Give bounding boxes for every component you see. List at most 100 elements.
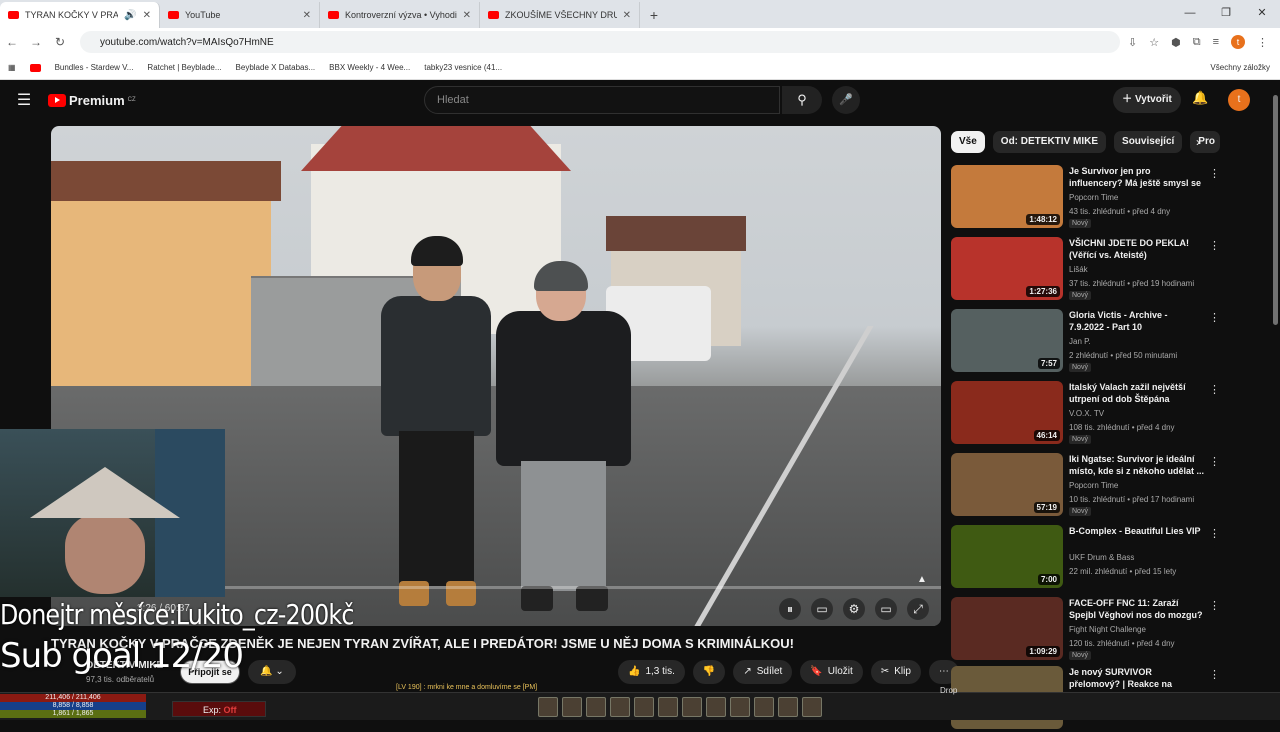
speaker-icon[interactable]: 🔊 bbox=[124, 10, 136, 21]
chip-for-you[interactable]: Pro bbox=[1190, 131, 1221, 153]
notifications-bell-icon[interactable]: 🔔 bbox=[1192, 90, 1208, 106]
more-options-icon[interactable]: ⋮ bbox=[1209, 167, 1220, 180]
bookmark-star-icon[interactable]: ☆ bbox=[1149, 36, 1159, 49]
recommendation-channel[interactable]: Popcorn Time bbox=[1069, 481, 1118, 490]
bookmark-item[interactable]: Bundles - Stardew V... bbox=[55, 63, 134, 72]
restore-icon[interactable]: ❐ bbox=[1208, 0, 1244, 26]
video-thumbnail[interactable]: 1:48:12 bbox=[951, 165, 1063, 228]
chevron-right-icon[interactable]: › bbox=[1196, 135, 1200, 149]
url-field[interactable]: youtube.com/watch?v=MAIsQo7HmNE bbox=[80, 31, 1121, 53]
more-icon[interactable]: ⋮ bbox=[1257, 36, 1268, 49]
skill-slot-icon[interactable] bbox=[634, 697, 654, 717]
scrollbar[interactable] bbox=[1273, 95, 1278, 325]
skill-slot-icon[interactable] bbox=[610, 697, 630, 717]
more-options-icon[interactable]: ⋮ bbox=[1209, 527, 1220, 540]
recommendation-item[interactable]: 7:57 Gloria Victis - Archive - 7.9.2022 -… bbox=[951, 309, 1221, 375]
forward-icon[interactable]: → bbox=[24, 35, 48, 49]
more-options-icon[interactable]: ⋮ bbox=[1209, 599, 1220, 612]
recommendation-title[interactable]: Je Survivor jen pro influencery? Má ješt… bbox=[1069, 165, 1205, 189]
all-bookmarks-folder[interactable]: Všechny záložky bbox=[1210, 63, 1280, 72]
bookmark-item[interactable]: tabky23 vesnice (41... bbox=[424, 63, 502, 72]
recommendation-channel[interactable]: Fight Night Challenge bbox=[1069, 625, 1146, 634]
save-button[interactable]: 🔖 Uložit bbox=[800, 660, 863, 684]
skill-slot-icon[interactable] bbox=[682, 697, 702, 717]
skill-slot-icon[interactable] bbox=[802, 697, 822, 717]
skill-slot-icon[interactable] bbox=[658, 697, 678, 717]
search-input[interactable]: Hledat bbox=[424, 86, 780, 114]
more-options-icon[interactable]: ⋮ bbox=[1209, 455, 1220, 468]
tab-youtube[interactable]: YouTube ✕ bbox=[160, 2, 320, 28]
recommendation-title[interactable]: Je nový SURVIVOR přelomový? | Reakce na … bbox=[1069, 666, 1205, 690]
subtitles-icon[interactable]: ▭ bbox=[811, 598, 833, 620]
recommendation-title[interactable]: B-Complex - Beautiful Lies VIP bbox=[1069, 525, 1205, 537]
clip-button[interactable]: ✂ Klip bbox=[870, 660, 921, 684]
youtube-logo[interactable]: Premium CZ bbox=[48, 93, 136, 108]
create-button[interactable]: ＋ Vytvořit bbox=[1113, 87, 1181, 113]
install-icon[interactable]: ⇩ bbox=[1128, 36, 1137, 49]
chip-from-channel[interactable]: Od: DETEKTIV MIKE bbox=[992, 131, 1107, 153]
pause-icon[interactable]: ⏸ bbox=[779, 598, 801, 620]
more-options-icon[interactable]: ⋮ bbox=[1209, 239, 1220, 252]
microphone-icon[interactable]: 🎤 bbox=[832, 86, 860, 114]
tab-video[interactable]: TYRAN KOČKY V PRAČCE Z 🔊 ✕ bbox=[0, 2, 160, 28]
like-button[interactable]: 👍 1,3 tis. bbox=[618, 660, 685, 684]
skill-slot-icon[interactable] bbox=[586, 697, 606, 717]
video-thumbnail[interactable]: 57:19 bbox=[951, 453, 1063, 516]
recommendation-title[interactable]: Gloria Victis - Archive - 7.9.2022 - Par… bbox=[1069, 309, 1205, 333]
recommendation-item[interactable]: 7:00 B-Complex - Beautiful Lies VIP UKF Dr… bbox=[951, 525, 1221, 591]
youtube-bookmark-icon[interactable] bbox=[29, 63, 41, 72]
recommendation-item[interactable]: 57:19 Iki Ngatse: Survivor je ideální mís… bbox=[951, 453, 1221, 519]
close-tab-icon[interactable]: ✕ bbox=[623, 10, 631, 21]
puzzle-icon[interactable]: ⧉ bbox=[1193, 36, 1201, 49]
close-tab-icon[interactable]: ✕ bbox=[143, 10, 151, 21]
search-icon[interactable]: ⚲ bbox=[782, 86, 822, 114]
more-options-icon[interactable]: ⋮ bbox=[1209, 311, 1220, 324]
skill-slot-icon[interactable] bbox=[754, 697, 774, 717]
recommendation-title[interactable]: Italský Valach zažil největší utrpení od… bbox=[1069, 381, 1205, 405]
recommendation-item[interactable]: 46:14 Italský Valach zažil největší utrpe… bbox=[951, 381, 1221, 447]
tab-zkousime[interactable]: ZKOUŠÍME VŠECHNY DRUHY Č ✕ bbox=[480, 2, 640, 28]
tab-kontroverzni[interactable]: Kontroverzní výzva • Vyhodil 4 ✕ bbox=[320, 2, 480, 28]
media-icon[interactable]: ≡ bbox=[1213, 36, 1219, 48]
close-tab-icon[interactable]: ✕ bbox=[303, 10, 311, 21]
recommendation-channel[interactable]: Lišák bbox=[1069, 265, 1088, 274]
window-close-icon[interactable]: ✕ bbox=[1244, 0, 1280, 26]
video-thumbnail[interactable]: 1:27:36 bbox=[951, 237, 1063, 300]
new-tab-button[interactable]: + bbox=[640, 2, 668, 28]
recommendation-channel[interactable]: Popcorn Time bbox=[1069, 193, 1118, 202]
skill-slot-icon[interactable] bbox=[562, 697, 582, 717]
hamburger-menu-icon[interactable]: ☰ bbox=[0, 90, 48, 110]
chip-related[interactable]: Související bbox=[1114, 131, 1183, 153]
close-tab-icon[interactable]: ✕ bbox=[463, 10, 471, 21]
skill-slot-icon[interactable] bbox=[778, 697, 798, 717]
recommendation-title[interactable]: FACE-OFF FNC 11: Zaraží Spejbl Věghovi n… bbox=[1069, 597, 1205, 621]
skill-slot-icon[interactable] bbox=[706, 697, 726, 717]
chip-all[interactable]: Vše bbox=[951, 131, 985, 153]
dislike-button[interactable]: 👎 bbox=[692, 660, 726, 684]
video-thumbnail[interactable]: 7:57 bbox=[951, 309, 1063, 372]
exp-toggle[interactable]: Exp: Off bbox=[172, 701, 266, 717]
recommendation-item[interactable]: 1:48:12 Je Survivor jen pro influencery? … bbox=[951, 165, 1221, 231]
theater-mode-icon[interactable]: ▭ bbox=[875, 598, 897, 620]
bookmark-item[interactable]: Beyblade X Databas... bbox=[236, 63, 316, 72]
recommendation-title[interactable]: VŠICHNI JDETE DO PEKLA! (Věřící vs. Atei… bbox=[1069, 237, 1205, 261]
profile-avatar[interactable]: t bbox=[1231, 35, 1245, 49]
recommendation-item[interactable]: 1:27:36 VŠICHNI JDETE DO PEKLA! (Věřící v… bbox=[951, 237, 1221, 303]
recommendation-channel[interactable]: UKF Drum & Bass bbox=[1069, 553, 1134, 562]
more-options-icon[interactable]: ⋮ bbox=[1209, 668, 1220, 681]
recommendation-title[interactable]: Iki Ngatse: Survivor je ideální místo, k… bbox=[1069, 453, 1205, 477]
recommendation-channel[interactable]: Jan P. bbox=[1069, 337, 1091, 346]
recommendation-channel[interactable]: V.O.X. TV bbox=[1069, 409, 1104, 418]
minimize-icon[interactable]: — bbox=[1172, 0, 1208, 26]
more-options-icon[interactable]: ⋮ bbox=[1209, 383, 1220, 396]
video-thumbnail[interactable]: 7:00 bbox=[951, 525, 1063, 588]
skill-slot-icon[interactable] bbox=[730, 697, 750, 717]
bookmark-item[interactable]: BBX Weekly - 4 Wee... bbox=[329, 63, 410, 72]
account-avatar[interactable]: t bbox=[1228, 89, 1250, 111]
reload-icon[interactable]: ↻ bbox=[48, 35, 72, 49]
extension-icon[interactable]: ⬢ bbox=[1171, 36, 1181, 49]
bookmark-item[interactable]: Ratchet | Beyblade... bbox=[147, 63, 221, 72]
apps-icon[interactable]: ▦ bbox=[8, 63, 16, 72]
settings-gear-icon[interactable]: ⚙ bbox=[843, 598, 865, 620]
skill-slot-icon[interactable] bbox=[538, 697, 558, 717]
